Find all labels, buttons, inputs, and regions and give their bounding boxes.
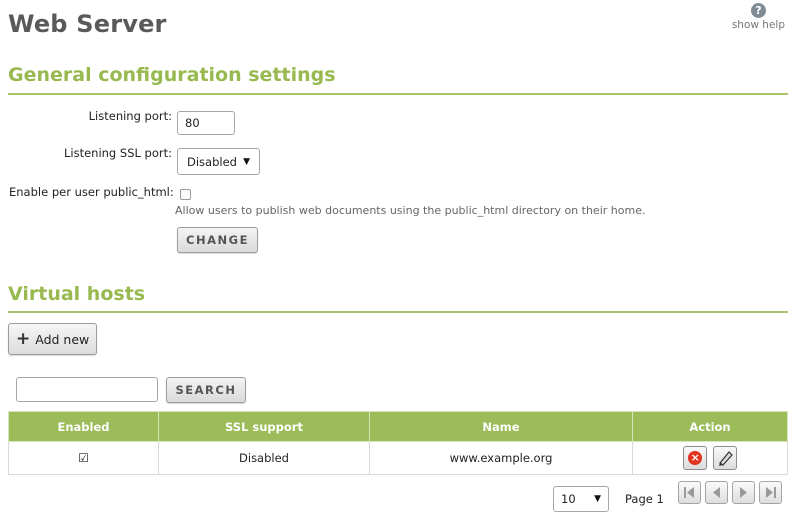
help-icon: ? (750, 3, 766, 18)
plus-icon: + (16, 328, 31, 349)
previous-page-icon (713, 487, 720, 498)
virtual-hosts-table: Enabled SSL support Name Action ☑ Disabl… (8, 411, 788, 475)
next-page-icon (740, 487, 747, 498)
add-new-label: Add new (35, 331, 90, 347)
last-page-button[interactable] (759, 481, 782, 504)
public-html-checkbox[interactable] (180, 189, 191, 200)
section-divider (8, 311, 788, 313)
search-button[interactable]: SEARCH (166, 377, 246, 403)
dropdown-arrow-icon: ▼ (594, 494, 601, 504)
listening-port-input[interactable] (177, 111, 235, 135)
first-page-icon (684, 487, 694, 498)
host-name-cell: www.example.org (369, 441, 633, 475)
column-header-action: Action (632, 411, 788, 442)
ssl-port-select[interactable]: Disabled ▼ (177, 148, 260, 175)
delete-button[interactable]: × (683, 446, 708, 470)
enabled-cell: ☑ (8, 441, 159, 475)
ssl-port-label: Listening SSL port: (63, 146, 172, 160)
previous-page-button[interactable] (705, 481, 728, 504)
general-settings-title: General configuration settings (8, 64, 336, 86)
table-row[interactable]: ☑ Disabled www.example.org × (8, 441, 788, 475)
pencil-icon (718, 451, 733, 466)
dropdown-arrow-icon: ▼ (243, 156, 250, 167)
page-indicator: Page 1 (625, 492, 664, 506)
search-input[interactable] (16, 377, 158, 402)
column-header-ssl-support[interactable]: SSL support (158, 411, 370, 442)
page-size-value: 10 (561, 492, 576, 506)
public-html-label: Enable per user public_html: (9, 185, 174, 199)
column-header-enabled[interactable]: Enabled (8, 411, 159, 442)
delete-circle-icon: × (688, 451, 703, 465)
section-divider (8, 93, 788, 95)
virtual-hosts-title: Virtual hosts (8, 283, 146, 305)
next-page-button[interactable] (732, 481, 755, 504)
show-help-label: show help (731, 19, 785, 31)
ssl-port-selected-value: Disabled (187, 154, 237, 169)
action-cell: × (632, 441, 788, 475)
column-header-name[interactable]: Name (369, 411, 633, 442)
public-html-hint: Allow users to publish web documents usi… (175, 204, 646, 217)
add-new-button[interactable]: + Add new (8, 323, 97, 355)
page-title: Web Server (8, 10, 167, 38)
last-page-icon (766, 487, 776, 498)
checkmark-icon: ☑ (78, 451, 89, 465)
first-page-button[interactable] (678, 481, 701, 504)
page-size-select[interactable]: 10 ▼ (553, 486, 609, 512)
show-help-link[interactable]: ? show help (732, 3, 785, 31)
edit-button[interactable] (712, 446, 737, 470)
change-button[interactable]: CHANGE (177, 227, 258, 253)
ssl-support-cell: Disabled (158, 441, 370, 475)
listening-port-label: Listening port: (88, 109, 172, 123)
